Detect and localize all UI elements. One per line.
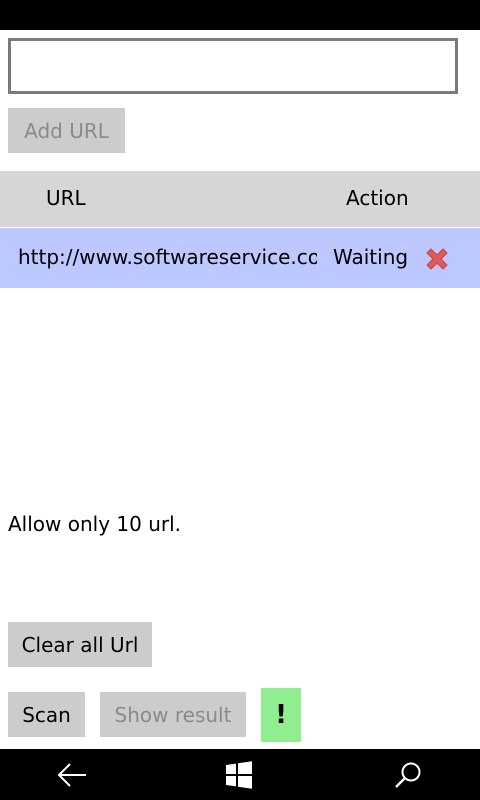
show-result-button[interactable]: Show result (100, 692, 246, 737)
add-url-button[interactable]: Add URL (8, 108, 125, 153)
navigation-bar (0, 749, 480, 800)
status-cell: Waiting (333, 245, 409, 269)
alert-button[interactable]: ! (261, 688, 301, 742)
close-icon[interactable] (422, 244, 452, 274)
clear-all-url-button[interactable]: Clear all Url (8, 622, 152, 667)
back-icon[interactable] (42, 749, 102, 800)
scan-button[interactable]: Scan (8, 692, 85, 737)
column-header-url: URL (46, 186, 86, 210)
table-row[interactable]: http://www.softwareservice.com Waiting (0, 228, 480, 288)
table-header: URL Action (0, 171, 480, 227)
info-text: Allow only 10 url. (8, 512, 182, 536)
search-icon[interactable] (378, 749, 438, 800)
column-header-action: Action (346, 186, 409, 210)
status-bar (0, 0, 480, 30)
url-input[interactable] (8, 38, 458, 94)
url-cell: http://www.softwareservice.com (18, 245, 317, 269)
windows-icon[interactable] (209, 749, 269, 800)
